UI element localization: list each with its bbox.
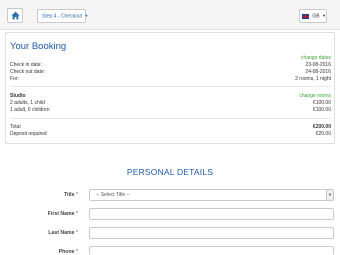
booking-summary-card: Your Booking change dates Check in date:… bbox=[5, 32, 335, 144]
total-value: €200.00 bbox=[312, 124, 331, 130]
room-occupancy: 2 adults, 1 child bbox=[10, 100, 45, 106]
change-dates-row: change dates bbox=[10, 55, 331, 62]
checkin-label: Check in date: bbox=[10, 62, 42, 68]
last-name-field-label: Last Name * bbox=[0, 230, 78, 236]
room-occupancy: 1 adult, 0 children bbox=[10, 107, 50, 113]
home-icon bbox=[11, 11, 20, 20]
personal-details-heading: PERSONAL DETAILS bbox=[126, 167, 214, 177]
for-row: For: 2 rooms, 1 night bbox=[10, 76, 331, 83]
required-mark: * bbox=[75, 249, 78, 255]
room-header-row: Studio change rooms bbox=[10, 93, 331, 100]
required-mark: * bbox=[75, 192, 78, 198]
required-mark: * bbox=[75, 211, 78, 217]
divider bbox=[10, 86, 331, 87]
checkout-value: 24-08-2016 bbox=[305, 69, 331, 75]
checkout-row: Check out date: 24-08-2016 bbox=[10, 69, 331, 76]
divider bbox=[10, 118, 331, 119]
deposit-label: Deposit required bbox=[10, 131, 47, 137]
select-arrow-icon: ▼ bbox=[326, 190, 333, 200]
room-name: Studio bbox=[10, 93, 26, 99]
checkin-value: 23-08-2016 bbox=[305, 62, 331, 68]
last-name-input[interactable] bbox=[89, 227, 334, 239]
change-dates-link[interactable]: change dates bbox=[301, 55, 331, 62]
first-name-label-text: First Name bbox=[47, 211, 75, 217]
phone-field-label: Phone * bbox=[0, 249, 78, 255]
required-mark: * bbox=[75, 230, 78, 236]
title-label-text: Title bbox=[63, 192, 75, 198]
checkin-row: Check in date: 23-08-2016 bbox=[10, 62, 331, 69]
title-field-label: Title * bbox=[0, 192, 78, 198]
caret-down-icon: ▼ bbox=[84, 13, 89, 18]
booking-title: Your Booking bbox=[10, 41, 67, 52]
room-line-1: 2 adults, 1 child €100.00 bbox=[10, 100, 331, 107]
language-dropdown-button[interactable]: GB ▼ bbox=[299, 9, 327, 23]
first-name-input[interactable] bbox=[89, 208, 334, 220]
room-price: €100.00 bbox=[312, 107, 331, 113]
checkout-label: Check out date: bbox=[10, 69, 46, 75]
phone-input[interactable] bbox=[89, 246, 334, 255]
uk-flag-icon bbox=[302, 13, 309, 19]
first-name-field-label: First Name * bbox=[0, 211, 78, 217]
total-label: Total bbox=[10, 124, 21, 130]
room-price: €100.00 bbox=[312, 100, 331, 106]
step-label: Step 4 - Checkout bbox=[42, 13, 83, 20]
deposit-row: Deposit required €20.00 bbox=[10, 131, 331, 138]
deposit-value: €20.00 bbox=[315, 131, 331, 137]
step-dropdown-button[interactable]: Step 4 - Checkout ▼ bbox=[37, 9, 89, 23]
total-row: Total €200.00 bbox=[10, 124, 331, 131]
caret-down-icon: ▼ bbox=[322, 13, 326, 18]
for-value: 2 rooms, 1 night bbox=[295, 76, 331, 82]
last-name-label-text: Last Name bbox=[48, 230, 75, 236]
for-label: For: bbox=[10, 76, 19, 82]
language-label: GB bbox=[312, 13, 320, 20]
phone-label-text: Phone bbox=[58, 249, 75, 255]
home-button[interactable] bbox=[7, 8, 23, 23]
title-select-value: -- Select Title -- bbox=[96, 192, 130, 198]
title-select[interactable]: -- Select Title -- ▼ bbox=[89, 189, 334, 201]
change-rooms-link[interactable]: change rooms bbox=[299, 93, 331, 100]
top-navigation-bar: Step 4 - Checkout ▼ GB ▼ bbox=[0, 0, 340, 30]
room-line-2: 1 adult, 0 children €100.00 bbox=[10, 107, 331, 114]
